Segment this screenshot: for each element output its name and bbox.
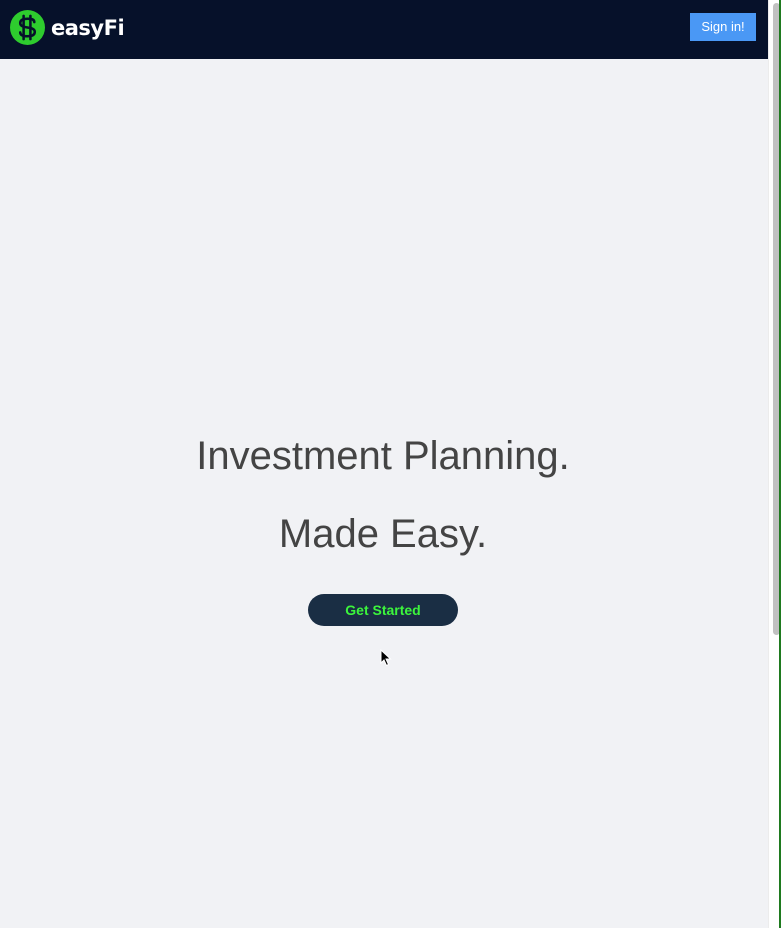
brand-name[interactable]: easyFi — [51, 14, 125, 42]
dollar-coin-icon[interactable] — [10, 10, 45, 45]
get-started-button[interactable]: Get Started — [308, 594, 458, 626]
top-navbar: easyFi Sign in! — [0, 0, 768, 59]
mouse-pointer-icon — [380, 649, 392, 667]
hero-subheadline: Made Easy. — [278, 512, 488, 556]
landing-page: easyFi Sign in! Investment Planning. Mad… — [0, 0, 781, 928]
vertical-scrollbar[interactable] — [768, 0, 781, 928]
hero-headline: Investment Planning. — [196, 434, 570, 478]
sign-in-button[interactable]: Sign in! — [690, 13, 756, 41]
